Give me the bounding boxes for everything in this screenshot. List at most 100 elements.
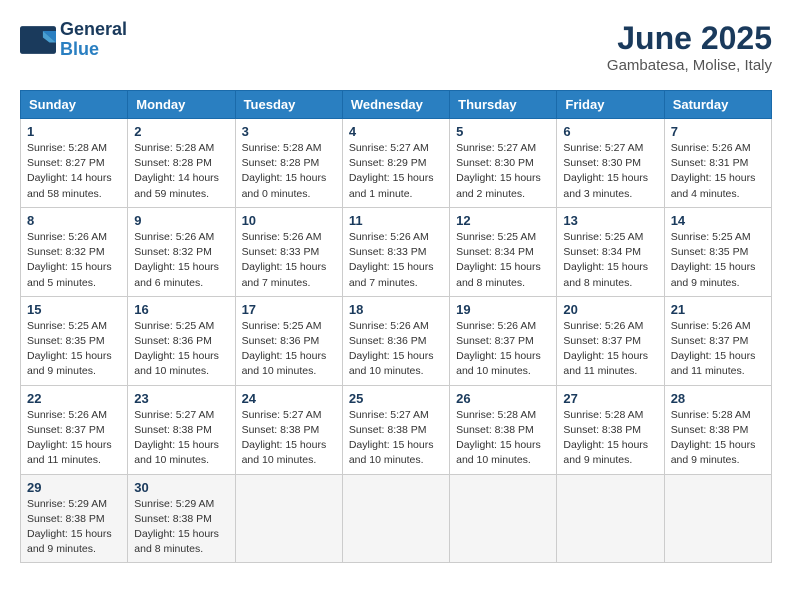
calendar-week-row: 22Sunrise: 5:26 AMSunset: 8:37 PMDayligh… — [21, 385, 772, 474]
logo-icon — [20, 26, 56, 54]
col-header-thursday: Thursday — [450, 91, 557, 119]
calendar-week-row: 1Sunrise: 5:28 AMSunset: 8:27 PMDaylight… — [21, 119, 772, 208]
calendar-cell: 5 Sunrise: 5:27 AMSunset: 8:30 PMDaylight… — [450, 119, 557, 208]
day-info: Sunrise: 5:26 AMSunset: 8:36 PMDaylight:… — [349, 319, 443, 380]
day-info: Sunrise: 5:27 AMSunset: 8:30 PMDaylight:… — [563, 141, 657, 202]
calendar-cell: 20 Sunrise: 5:26 AMSunset: 8:37 PMDayligh… — [557, 296, 664, 385]
day-info: Sunrise: 5:27 AMSunset: 8:38 PMDaylight:… — [349, 408, 443, 469]
calendar-cell: 3 Sunrise: 5:28 AMSunset: 8:28 PMDaylight… — [235, 119, 342, 208]
day-info: Sunrise: 5:26 AMSunset: 8:37 PMDaylight:… — [456, 319, 550, 380]
col-header-wednesday: Wednesday — [342, 91, 449, 119]
calendar-cell: 16 Sunrise: 5:25 AMSunset: 8:36 PMDayligh… — [128, 296, 235, 385]
calendar-week-row: 29 Sunrise: 5:29 AMSunset: 8:38 PMDayligh… — [21, 474, 772, 563]
day-number: 19 — [456, 302, 550, 317]
calendar-cell: 4 Sunrise: 5:27 AMSunset: 8:29 PMDaylight… — [342, 119, 449, 208]
calendar-cell: 22Sunrise: 5:26 AMSunset: 8:37 PMDayligh… — [21, 385, 128, 474]
day-number: 21 — [671, 302, 765, 317]
day-info: Sunrise: 5:26 AMSunset: 8:37 PMDaylight:… — [671, 319, 765, 380]
calendar-cell: 15 Sunrise: 5:25 AMSunset: 8:35 PMDayligh… — [21, 296, 128, 385]
day-info: Sunrise: 5:25 AMSunset: 8:35 PMDaylight:… — [27, 319, 121, 380]
calendar-cell: 30Sunrise: 5:29 AMSunset: 8:38 PMDayligh… — [128, 474, 235, 563]
calendar-cell: 10 Sunrise: 5:26 AMSunset: 8:33 PMDayligh… — [235, 207, 342, 296]
day-info: Sunrise: 5:28 AMSunset: 8:38 PMDaylight:… — [563, 408, 657, 469]
day-number: 30 — [134, 480, 228, 495]
calendar-header-row: SundayMondayTuesdayWednesdayThursdayFrid… — [21, 91, 772, 119]
day-number: 23 — [134, 391, 228, 406]
calendar-cell — [557, 474, 664, 563]
day-number: 8 — [27, 213, 121, 228]
day-info: Sunrise: 5:25 AMSunset: 8:36 PMDaylight:… — [134, 319, 228, 380]
day-number: 7 — [671, 124, 765, 139]
day-number: 20 — [563, 302, 657, 317]
day-info: Sunrise: 5:27 AMSunset: 8:29 PMDaylight:… — [349, 141, 443, 202]
month-title: June 2025 — [607, 20, 772, 57]
day-number: 10 — [242, 213, 336, 228]
day-info: Sunrise: 5:27 AMSunset: 8:38 PMDaylight:… — [134, 408, 228, 469]
logo-text: GeneralBlue — [60, 20, 127, 60]
calendar-cell: 23 Sunrise: 5:27 AMSunset: 8:38 PMDayligh… — [128, 385, 235, 474]
calendar-week-row: 15 Sunrise: 5:25 AMSunset: 8:35 PMDayligh… — [21, 296, 772, 385]
day-info: Sunrise: 5:27 AMSunset: 8:38 PMDaylight:… — [242, 408, 336, 469]
day-number: 26 — [456, 391, 550, 406]
calendar-week-row: 8Sunrise: 5:26 AMSunset: 8:32 PMDaylight… — [21, 207, 772, 296]
location: Gambatesa, Molise, Italy — [607, 57, 772, 74]
day-number: 4 — [349, 124, 443, 139]
calendar-cell — [450, 474, 557, 563]
day-info: Sunrise: 5:29 AMSunset: 8:38 PMDaylight:… — [27, 497, 121, 558]
calendar-cell — [342, 474, 449, 563]
calendar-cell: 11Sunrise: 5:26 AMSunset: 8:33 PMDayligh… — [342, 207, 449, 296]
day-info: Sunrise: 5:28 AMSunset: 8:27 PMDaylight:… — [27, 141, 121, 202]
day-number: 3 — [242, 124, 336, 139]
day-info: Sunrise: 5:25 AMSunset: 8:34 PMDaylight:… — [563, 230, 657, 291]
day-info: Sunrise: 5:28 AMSunset: 8:28 PMDaylight:… — [242, 141, 336, 202]
calendar-cell: 9Sunrise: 5:26 AMSunset: 8:32 PMDaylight… — [128, 207, 235, 296]
day-number: 29 — [27, 480, 121, 495]
day-info: Sunrise: 5:28 AMSunset: 8:28 PMDaylight:… — [134, 141, 228, 202]
page-header: GeneralBlue June 2025 Gambatesa, Molise,… — [20, 20, 772, 74]
day-info: Sunrise: 5:25 AMSunset: 8:36 PMDaylight:… — [242, 319, 336, 380]
day-number: 17 — [242, 302, 336, 317]
day-number: 28 — [671, 391, 765, 406]
calendar-cell: 24 Sunrise: 5:27 AMSunset: 8:38 PMDayligh… — [235, 385, 342, 474]
day-info: Sunrise: 5:27 AMSunset: 8:30 PMDaylight:… — [456, 141, 550, 202]
day-number: 2 — [134, 124, 228, 139]
calendar-cell — [664, 474, 771, 563]
day-number: 25 — [349, 391, 443, 406]
calendar-cell: 13 Sunrise: 5:25 AMSunset: 8:34 PMDayligh… — [557, 207, 664, 296]
col-header-saturday: Saturday — [664, 91, 771, 119]
calendar-cell: 14Sunrise: 5:25 AMSunset: 8:35 PMDayligh… — [664, 207, 771, 296]
calendar-table: SundayMondayTuesdayWednesdayThursdayFrid… — [20, 90, 772, 563]
day-info: Sunrise: 5:25 AMSunset: 8:34 PMDaylight:… — [456, 230, 550, 291]
day-info: Sunrise: 5:26 AMSunset: 8:31 PMDaylight:… — [671, 141, 765, 202]
day-number: 6 — [563, 124, 657, 139]
day-info: Sunrise: 5:26 AMSunset: 8:33 PMDaylight:… — [242, 230, 336, 291]
day-number: 18 — [349, 302, 443, 317]
calendar-cell: 12Sunrise: 5:25 AMSunset: 8:34 PMDayligh… — [450, 207, 557, 296]
day-info: Sunrise: 5:25 AMSunset: 8:35 PMDaylight:… — [671, 230, 765, 291]
calendar-cell: 28 Sunrise: 5:28 AMSunset: 8:38 PMDayligh… — [664, 385, 771, 474]
day-number: 15 — [27, 302, 121, 317]
col-header-sunday: Sunday — [21, 91, 128, 119]
calendar-cell: 26 Sunrise: 5:28 AMSunset: 8:38 PMDayligh… — [450, 385, 557, 474]
calendar-cell: 19 Sunrise: 5:26 AMSunset: 8:37 PMDayligh… — [450, 296, 557, 385]
title-block: June 2025 Gambatesa, Molise, Italy — [607, 20, 772, 74]
calendar-cell: 6 Sunrise: 5:27 AMSunset: 8:30 PMDaylight… — [557, 119, 664, 208]
calendar-cell: 21 Sunrise: 5:26 AMSunset: 8:37 PMDayligh… — [664, 296, 771, 385]
calendar-cell: 17 Sunrise: 5:25 AMSunset: 8:36 PMDayligh… — [235, 296, 342, 385]
day-number: 13 — [563, 213, 657, 228]
logo: GeneralBlue — [20, 20, 127, 60]
day-number: 16 — [134, 302, 228, 317]
day-number: 27 — [563, 391, 657, 406]
day-number: 22 — [27, 391, 121, 406]
day-info: Sunrise: 5:26 AMSunset: 8:33 PMDaylight:… — [349, 230, 443, 291]
day-number: 24 — [242, 391, 336, 406]
calendar-cell: 1Sunrise: 5:28 AMSunset: 8:27 PMDaylight… — [21, 119, 128, 208]
col-header-friday: Friday — [557, 91, 664, 119]
calendar-cell: 8Sunrise: 5:26 AMSunset: 8:32 PMDaylight… — [21, 207, 128, 296]
day-info: Sunrise: 5:26 AMSunset: 8:37 PMDaylight:… — [563, 319, 657, 380]
day-number: 5 — [456, 124, 550, 139]
day-info: Sunrise: 5:28 AMSunset: 8:38 PMDaylight:… — [671, 408, 765, 469]
day-number: 9 — [134, 213, 228, 228]
day-info: Sunrise: 5:28 AMSunset: 8:38 PMDaylight:… — [456, 408, 550, 469]
col-header-tuesday: Tuesday — [235, 91, 342, 119]
